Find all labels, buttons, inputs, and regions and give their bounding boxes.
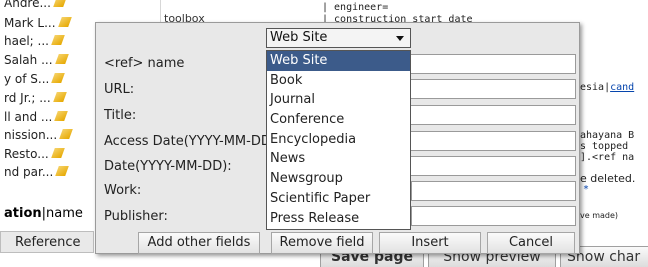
- dropdown-option[interactable]: Conference: [267, 110, 410, 130]
- code-line: ].<ref na: [580, 152, 635, 163]
- pencil-icon: [51, 73, 66, 83]
- pencil-icon: [54, 111, 69, 121]
- dropdown-option[interactable]: Scientific Paper: [267, 189, 410, 209]
- code-link[interactable]: cand: [610, 82, 634, 93]
- pencil-icon: [57, 17, 72, 27]
- citation-type-dropdown: Web Site Book Journal Conference Encyclo…: [266, 50, 411, 230]
- sidebar-item-label: Salah ...: [4, 53, 53, 67]
- code-line: ahayana B: [580, 130, 635, 141]
- code-line: esia|cand: [580, 82, 634, 93]
- select-value: Web Site: [270, 30, 328, 45]
- sidebar-item-label: rd Jr.; ...: [4, 91, 51, 105]
- pencil-icon: [50, 148, 65, 158]
- dropdown-option[interactable]: Journal: [267, 90, 410, 110]
- url-input[interactable]: [408, 79, 576, 99]
- sidebar-item-label: nd par...: [4, 165, 54, 179]
- dropdown-option[interactable]: Newsgroup: [267, 169, 410, 189]
- code-line: | engineer=: [322, 2, 389, 13]
- code-text: esia|: [580, 82, 611, 93]
- section-heading: ation|name: [4, 204, 83, 224]
- url-label: URL:: [104, 82, 135, 97]
- access-date-input[interactable]: [408, 131, 576, 151]
- screen: Andre... Mark L... hael; ... Salah ... y…: [0, 0, 648, 267]
- edit-summary-note: ve made): [580, 211, 619, 220]
- dropdown-option[interactable]: Book: [267, 71, 410, 91]
- work-input[interactable]: [411, 181, 576, 201]
- publisher-input[interactable]: [411, 206, 576, 226]
- date-input[interactable]: [408, 156, 576, 176]
- ref-name-input[interactable]: [408, 54, 576, 74]
- remove-field-button[interactable]: Remove field: [271, 232, 373, 254]
- sidebar-item-label: ll and ...: [4, 110, 53, 124]
- dropdown-option[interactable]: Press Release: [267, 209, 410, 229]
- pencil-icon: [59, 129, 73, 139]
- dropdown-option[interactable]: Web Site: [267, 51, 410, 71]
- title-label: Title:: [104, 108, 137, 123]
- pencil-icon: [53, 0, 67, 7]
- sidebar-item-label: y of S...: [4, 72, 50, 86]
- pencil-icon: [54, 54, 69, 64]
- heading-bold: ation: [4, 206, 42, 221]
- code-line: s topped: [580, 141, 629, 152]
- pencil-icon: [51, 35, 65, 45]
- cancel-button[interactable]: Cancel: [487, 232, 575, 254]
- work-label: Work:: [104, 183, 142, 198]
- insert-button[interactable]: Insert: [379, 232, 481, 254]
- dropdown-option[interactable]: Encyclopedia: [267, 130, 410, 150]
- add-other-fields-button[interactable]: Add other fields: [138, 232, 260, 254]
- sidebar-item-label: hael; ...: [4, 34, 49, 48]
- title-input[interactable]: [408, 105, 576, 125]
- access-date-label: Access Date(YYYY-MM-DD):: [104, 134, 281, 149]
- heading-rest: |name: [41, 206, 83, 221]
- code-line: *: [583, 184, 590, 195]
- sidebar-item-label: Andre...: [4, 0, 51, 10]
- citation-type-select[interactable]: Web Site: [266, 28, 411, 48]
- cite-dialog: Web Site <ref> name URL: Title: Access D…: [95, 22, 580, 254]
- pencil-icon: [55, 166, 70, 176]
- reference-tab[interactable]: Reference: [0, 231, 94, 253]
- sidebar-item-label: Mark L...: [4, 16, 56, 30]
- sidebar-item-label: Resto...: [4, 147, 49, 161]
- sidebar-item-label: nission...: [4, 128, 58, 142]
- sidebar-item[interactable]: Andre...: [4, 0, 154, 12]
- publisher-label: Publisher:: [104, 209, 168, 224]
- chevron-down-icon: [396, 36, 404, 41]
- ref-name-label: <ref> name: [104, 56, 185, 71]
- date-label: Date(YYYY-MM-DD):: [104, 159, 232, 174]
- pencil-icon: [52, 92, 67, 102]
- dropdown-option[interactable]: News: [267, 149, 410, 169]
